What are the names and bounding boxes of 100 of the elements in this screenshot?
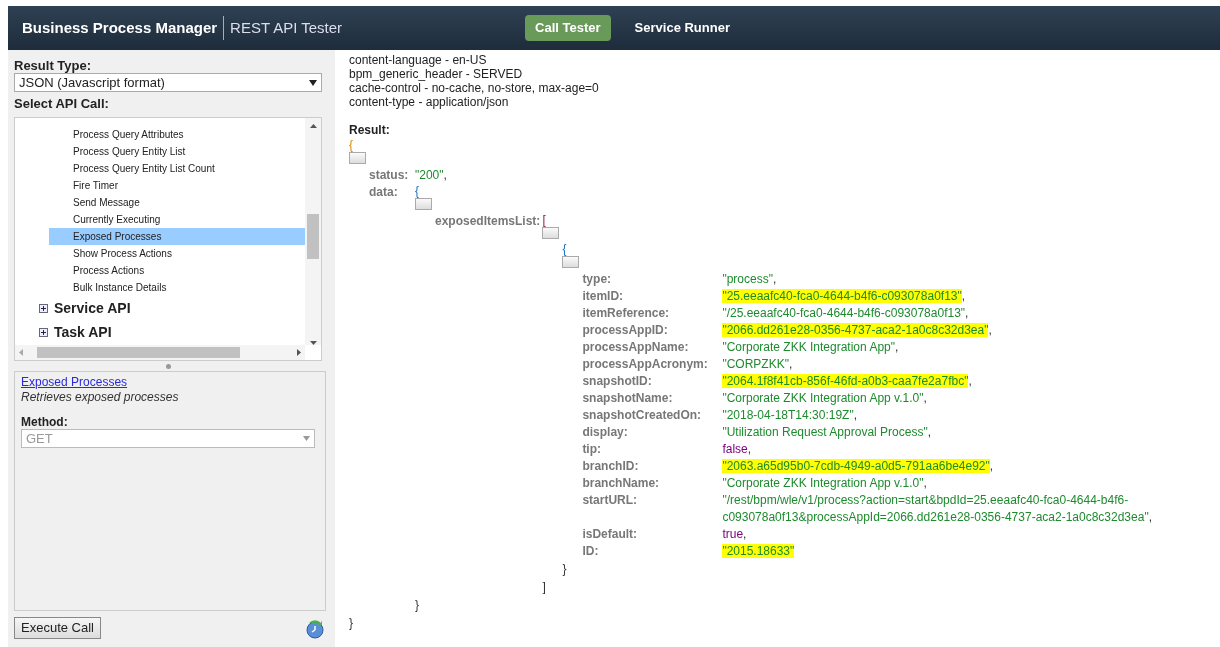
expand-icon[interactable] — [39, 303, 48, 313]
api-call-item[interactable]: Process Query Attributes — [49, 126, 305, 143]
json-bracket: { — [415, 184, 419, 198]
json-value: "2064.1f8f41cb-856f-46fd-a0b3-caa7fe2a7fbc" — [722, 374, 969, 388]
dropdown-arrow-icon — [309, 79, 317, 86]
json-value: "CORPZKK" — [722, 357, 789, 371]
json-comma: , — [923, 391, 927, 405]
json-value: "200" — [415, 168, 444, 182]
result-label: Result: — [349, 122, 391, 138]
response-header-line: content-language - en-US — [349, 53, 488, 67]
api-call-description: Retrieves exposed processes — [21, 390, 180, 405]
json-key: exposedItemsList: — [435, 213, 543, 230]
json-key: type: — [582, 271, 723, 288]
app-title: Business Process Manager — [22, 17, 218, 38]
json-comma: , — [747, 442, 752, 456]
json-key: processAppID: — [582, 322, 723, 339]
json-comma: , — [853, 408, 857, 422]
dropdown-arrow-icon — [303, 436, 310, 441]
scrollbar-thumb[interactable] — [37, 347, 240, 358]
collapse-button[interactable] — [415, 198, 432, 210]
json-key: startURL: — [582, 492, 723, 509]
json-comma: , — [988, 323, 992, 337]
json-key: branchName: — [582, 475, 723, 492]
json-key: branchID: — [582, 458, 723, 475]
api-call-item[interactable]: Process Query Entity List Count — [49, 160, 305, 178]
resize-handle-icon[interactable] — [165, 363, 171, 369]
collapse-button[interactable] — [542, 227, 560, 239]
json-comma: , — [788, 357, 793, 371]
json-value: "Corporate ZKK Integration App v.1.0" — [722, 476, 924, 490]
json-key: isDefault: — [582, 526, 723, 543]
method-label: Method: — [21, 415, 69, 429]
vertical-scrollbar[interactable] — [305, 118, 321, 345]
json-bracket: [ — [542, 213, 546, 227]
result-type-select[interactable]: JSON (Javascript format) — [14, 73, 322, 92]
json-value: "Utilization Request Approval Process" — [722, 425, 928, 439]
json-bracket: } — [562, 561, 567, 578]
json-bracket: { — [349, 138, 353, 152]
json-key: snapshotCreatedOn: — [582, 407, 723, 424]
json-comma: , — [989, 459, 994, 473]
json-value: "process" — [722, 272, 773, 286]
json-comma: , — [743, 527, 747, 541]
json-value: "2015.18633" — [722, 544, 795, 558]
select-api-label: Select API Call: — [14, 96, 110, 111]
json-comma: , — [923, 476, 927, 490]
json-bracket: } — [415, 597, 419, 614]
json-comma: , — [927, 425, 931, 439]
json-value: "2018-04-18T14:30:19Z" — [722, 408, 854, 422]
expand-icon[interactable] — [39, 328, 48, 338]
json-key: snapshotName: — [582, 390, 723, 407]
json-value: "2066.dd261e28-0356-4737-aca2-1a0c8c32d3ea" — [722, 323, 989, 337]
json-comma: , — [968, 374, 972, 388]
json-key: processAppName: — [582, 339, 723, 356]
nav-tab[interactable]: Service Runner — [624, 15, 740, 41]
api-call-item[interactable]: Exposed Processes — [49, 228, 305, 246]
json-bracket: } — [349, 615, 353, 632]
scroll-left-arrow-icon[interactable] — [19, 349, 23, 356]
api-group-label[interactable]: Task API — [54, 322, 112, 344]
api-call-item[interactable]: Send Message — [49, 194, 305, 212]
execute-call-button[interactable]: Execute Call — [14, 617, 101, 639]
response-header-line: bpm_generic_header - SERVED — [349, 67, 524, 81]
json-key: itemID: — [582, 288, 723, 305]
json-value: "/rest/bpm/wle/v1/process?action=start&bpdId=25.eeaafc40-fca0-4644-b4f6-c093078a0f13&processAppId=2066.dd261e28-0356-4737-aca2-1a0c8c32d3ea" — [722, 493, 1149, 524]
json-value: "25.eeaafc40-fca0-4644-b4f6-c093078a0f13" — [722, 289, 962, 303]
json-comma: , — [443, 168, 447, 182]
scrollbar-thumb[interactable] — [307, 213, 319, 260]
horizontal-scrollbar[interactable] — [15, 345, 305, 360]
scroll-right-arrow-icon[interactable] — [297, 349, 301, 356]
json-value: false — [722, 442, 748, 456]
json-bracket: { — [562, 242, 567, 256]
json-key: tip: — [582, 441, 723, 458]
json-key: itemReference: — [582, 305, 723, 322]
json-key: status: — [369, 167, 415, 184]
api-call-item[interactable]: Show Process Actions — [49, 245, 305, 263]
json-key: data: — [369, 184, 415, 201]
json-comma: , — [965, 306, 969, 320]
api-call-item[interactable]: Fire Timer — [49, 177, 305, 195]
json-key: snapshotID: — [582, 373, 723, 390]
scroll-down-arrow-icon[interactable] — [309, 341, 317, 345]
refresh-clock-icon[interactable] — [304, 617, 326, 639]
response-header-line: content-type - application/json — [349, 95, 510, 109]
json-value: "Corporate ZKK Integration App v.1.0" — [722, 391, 924, 405]
scroll-up-arrow-icon[interactable] — [309, 124, 317, 128]
json-comma: , — [961, 289, 966, 303]
result-type-label: Result Type: — [14, 58, 93, 73]
json-comma: , — [772, 272, 777, 286]
json-comma: , — [895, 340, 899, 354]
collapse-button[interactable] — [349, 152, 366, 164]
collapse-button[interactable] — [562, 256, 580, 268]
app-subtitle: REST API Tester — [230, 17, 343, 38]
json-key: ID: — [582, 543, 723, 560]
api-group-label[interactable]: Service API — [54, 297, 131, 319]
json-value: "2063.a65d95b0-7cdb-4949-a0d5-791aa6be4e92" — [722, 459, 990, 473]
response-header-line: cache-control - no-cache, no-store, max-age=0 — [349, 81, 600, 95]
api-call-item[interactable]: Currently Executing — [49, 211, 305, 229]
api-call-item[interactable]: Process Query Entity List — [49, 143, 305, 161]
api-call-item[interactable]: Bulk Instance Details — [49, 279, 305, 297]
api-call-item[interactable]: Process Actions — [49, 262, 305, 280]
json-key: display: — [582, 424, 723, 441]
api-call-link[interactable]: Exposed Processes — [21, 375, 319, 390]
json-value: "Corporate ZKK Integration App" — [722, 340, 895, 354]
